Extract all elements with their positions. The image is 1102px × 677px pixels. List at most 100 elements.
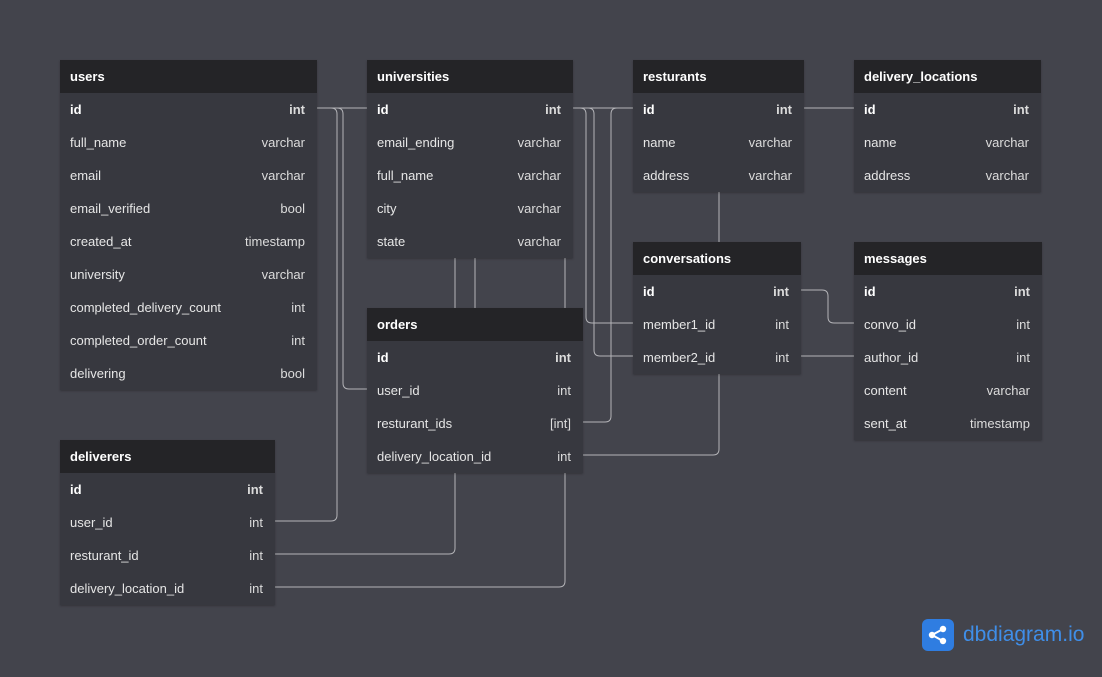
dbdiagram-logo-link[interactable]: dbdiagram.io [922, 619, 1084, 651]
field-row-resturant-ids[interactable]: resturant_ids [int] [367, 407, 583, 440]
field-type: varchar [261, 135, 305, 150]
field-name: delivering [70, 366, 126, 381]
line-resturants-orders[interactable] [583, 107, 633, 423]
table-header[interactable]: universities [367, 60, 573, 93]
field-name: email [70, 168, 102, 183]
field-row-address[interactable]: address varchar [854, 159, 1041, 192]
field-row-author-id[interactable]: author_id int [854, 341, 1042, 374]
field-name: author_id [864, 350, 919, 365]
field-row-id[interactable]: id int [854, 93, 1041, 126]
field-name: id [70, 482, 82, 497]
field-row-id[interactable]: id int [633, 93, 804, 126]
field-row-university[interactable]: university varchar [60, 258, 317, 291]
line-orders-deliverers-resturant[interactable] [275, 473, 456, 555]
field-row-sent-at[interactable]: sent_at timestamp [854, 407, 1042, 440]
field-row-email[interactable]: email varchar [60, 159, 317, 192]
line-orders-conversations[interactable] [583, 374, 720, 456]
field-row-created-at[interactable]: created_at timestamp [60, 225, 317, 258]
table-messages[interactable]: messages id int convo_id int author_id int con… [854, 242, 1042, 440]
diagram-canvas: users id int full_name varchar email varchar e… [0, 0, 1102, 677]
line-orders-deliverers-location[interactable] [275, 473, 566, 588]
field-row-resturant-id[interactable]: resturant_id int [60, 539, 275, 572]
field-name: delivery_location_id [377, 449, 492, 464]
line-conversations-messages[interactable] [801, 289, 854, 324]
field-type: varchar [261, 267, 305, 282]
field-row-content[interactable]: content varchar [854, 374, 1042, 407]
brand-name: dbdiagram.io [963, 623, 1084, 647]
table-conversations[interactable]: conversations id int member1_id int member2_… [633, 242, 801, 374]
field-type: int [249, 515, 263, 530]
field-name: resturant_id [70, 548, 139, 563]
field-type: varchar [517, 234, 561, 249]
field-row-city[interactable]: city varchar [367, 192, 573, 225]
field-type: int [1016, 350, 1030, 365]
table-orders[interactable]: orders id int user_id int resturant_ids [int]… [367, 308, 583, 473]
field-type: int [773, 284, 789, 299]
field-name: address [643, 168, 690, 183]
field-row-member2-id[interactable]: member2_id int [633, 341, 801, 374]
field-type: int [291, 333, 305, 348]
field-name: resturant_ids [377, 416, 453, 431]
field-type: int [249, 548, 263, 563]
field-row-address[interactable]: address varchar [633, 159, 804, 192]
field-type: varchar [748, 135, 792, 150]
field-row-completed-order-count[interactable]: completed_order_count int [60, 324, 317, 357]
field-type: bool [280, 201, 305, 216]
field-row-name[interactable]: name varchar [633, 126, 804, 159]
field-row-state[interactable]: state varchar [367, 225, 573, 258]
field-name: id [643, 102, 655, 117]
field-row-id[interactable]: id int [633, 275, 801, 308]
field-type: int [1014, 284, 1030, 299]
field-row-completed-delivery-count[interactable]: completed_delivery_count int [60, 291, 317, 324]
field-type: int [555, 350, 571, 365]
table-header[interactable]: resturants [633, 60, 804, 93]
field-row-id[interactable]: id int [60, 473, 275, 506]
field-type: int [775, 317, 789, 332]
table-header[interactable]: conversations [633, 242, 801, 275]
field-row-full-name[interactable]: full_name varchar [60, 126, 317, 159]
field-row-id[interactable]: id int [367, 341, 583, 374]
field-type: int [557, 449, 571, 464]
field-row-name[interactable]: name varchar [854, 126, 1041, 159]
field-name: completed_delivery_count [70, 300, 222, 315]
table-deliverers[interactable]: deliverers id int user_id int resturant_id in… [60, 440, 275, 605]
field-row-user-id[interactable]: user_id int [367, 374, 583, 407]
field-type: varchar [261, 168, 305, 183]
field-row-id[interactable]: id int [367, 93, 573, 126]
field-row-delivering[interactable]: delivering bool [60, 357, 317, 390]
field-name: city [377, 201, 397, 216]
field-row-id[interactable]: id int [854, 275, 1042, 308]
field-row-email-ending[interactable]: email_ending varchar [367, 126, 573, 159]
table-header[interactable]: delivery_locations [854, 60, 1041, 93]
field-name: address [864, 168, 911, 183]
field-row-convo-id[interactable]: convo_id int [854, 308, 1042, 341]
line-universities-member1[interactable] [573, 107, 633, 324]
field-row-email-verified[interactable]: email_verified bool [60, 192, 317, 225]
table-universities[interactable]: universities id int email_ending varchar ful… [367, 60, 573, 258]
table-header[interactable]: messages [854, 242, 1042, 275]
table-header[interactable]: users [60, 60, 317, 93]
field-name: name [864, 135, 897, 150]
field-name: user_id [70, 515, 113, 530]
table-users[interactable]: users id int full_name varchar email varchar e… [60, 60, 317, 390]
field-row-member1-id[interactable]: member1_id int [633, 308, 801, 341]
field-name: id [864, 284, 876, 299]
brand-name-main: dbdiagram [963, 623, 1063, 646]
field-type: bool [280, 366, 305, 381]
field-row-delivery-location-id[interactable]: delivery_location_id int [60, 572, 275, 605]
table-header[interactable]: orders [367, 308, 583, 341]
field-name: email_verified [70, 201, 151, 216]
field-type: varchar [985, 168, 1029, 183]
table-resturants[interactable]: resturants id int name varchar address varcha… [633, 60, 804, 192]
table-delivery-locations[interactable]: delivery_locations id int name varchar addre… [854, 60, 1041, 192]
field-name: full_name [377, 168, 434, 183]
field-row-user-id[interactable]: user_id int [60, 506, 275, 539]
field-name: university [70, 267, 125, 282]
table-header[interactable]: deliverers [60, 440, 275, 473]
field-name: id [70, 102, 82, 117]
field-row-id[interactable]: id int [60, 93, 317, 126]
field-row-delivery-location-id[interactable]: delivery_location_id int [367, 440, 583, 473]
field-row-full-name[interactable]: full_name varchar [367, 159, 573, 192]
line-users-orders[interactable] [317, 107, 367, 390]
field-type: varchar [986, 383, 1030, 398]
